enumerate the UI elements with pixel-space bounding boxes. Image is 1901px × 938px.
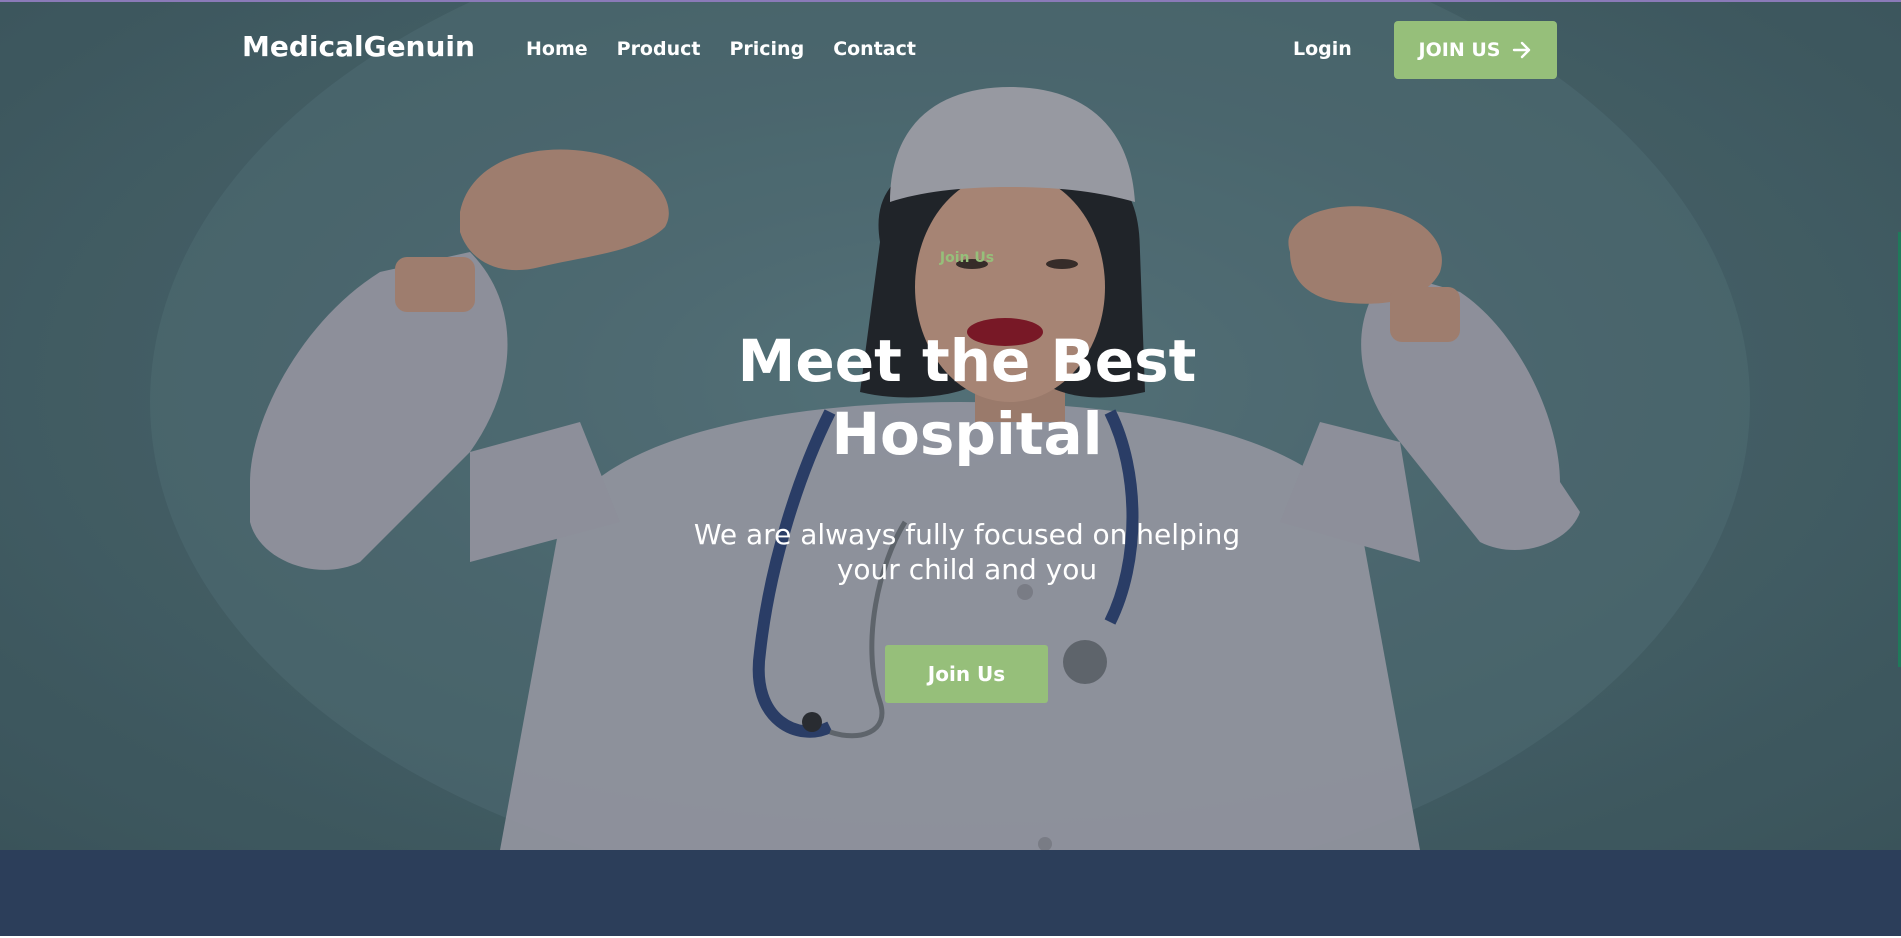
landing-page: Join Us Meet the Best Hospital We are al… — [0, 0, 1901, 938]
join-us-button[interactable]: JOIN US — [1394, 21, 1557, 79]
brand-logo[interactable]: MedicalGenuin — [242, 30, 475, 63]
nav-links: Home Product Pricing Contact — [526, 38, 916, 60]
join-us-label: JOIN US — [1418, 39, 1501, 61]
hero-title: Meet the Best Hospital — [737, 327, 1197, 468]
nav-product[interactable]: Product — [617, 38, 701, 60]
top-navbar: MedicalGenuin Home Product Pricing Conta… — [0, 0, 1901, 100]
nav-contact[interactable]: Contact — [833, 38, 916, 60]
nav-home[interactable]: Home — [526, 38, 588, 60]
login-link[interactable]: Login — [1293, 38, 1352, 60]
hero-section: Join Us Meet the Best Hospital We are al… — [0, 2, 1901, 850]
hero-subtitle: We are always fully focused on helping y… — [693, 518, 1241, 586]
hero-join-button[interactable]: Join Us — [885, 645, 1048, 703]
next-section-band — [0, 850, 1901, 938]
hero-eyebrow: Join Us — [939, 250, 995, 266]
nav-pricing[interactable]: Pricing — [729, 38, 804, 60]
arrow-right-icon — [1513, 41, 1531, 59]
